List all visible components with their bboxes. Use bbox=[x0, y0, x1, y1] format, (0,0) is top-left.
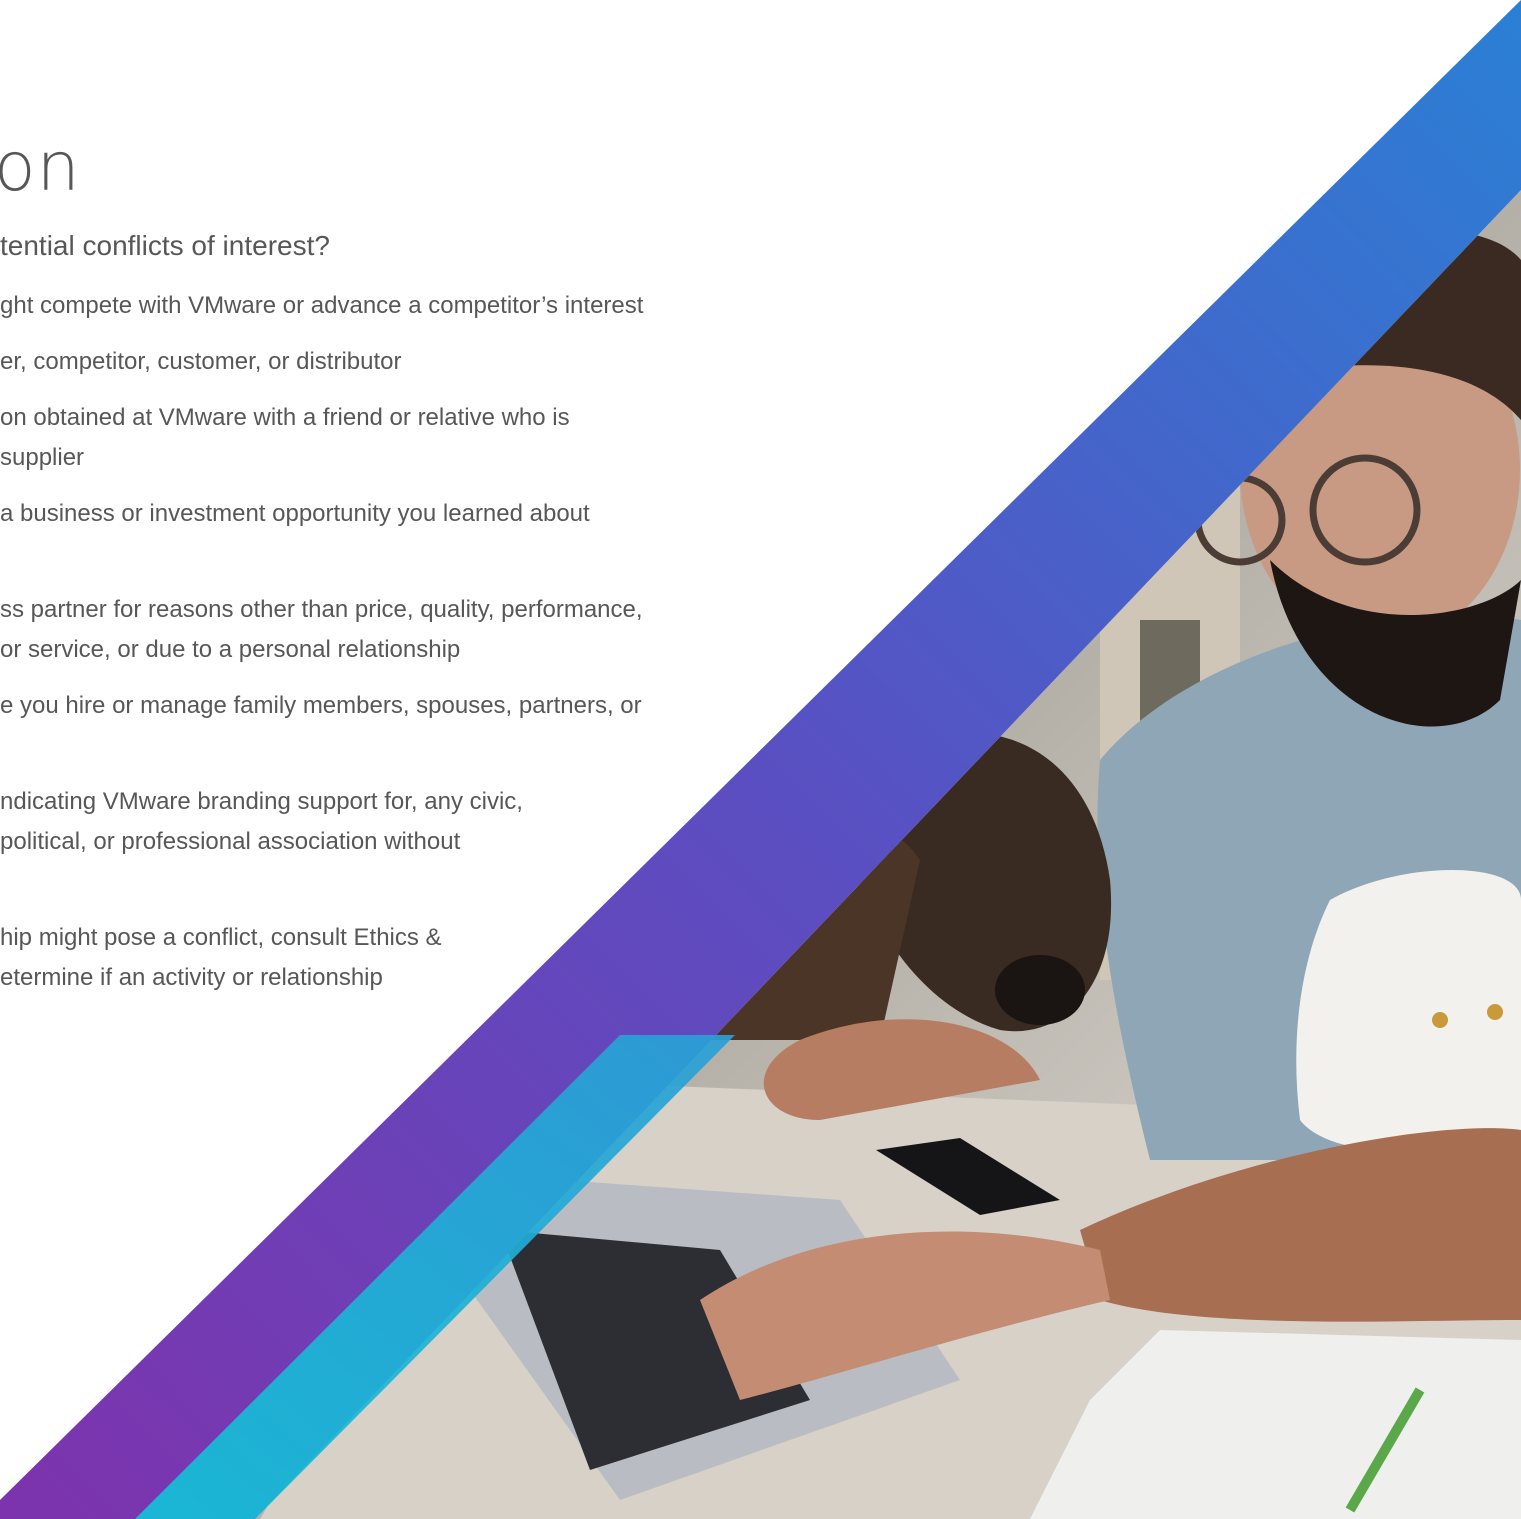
hero-artwork bbox=[0, 0, 1521, 1519]
